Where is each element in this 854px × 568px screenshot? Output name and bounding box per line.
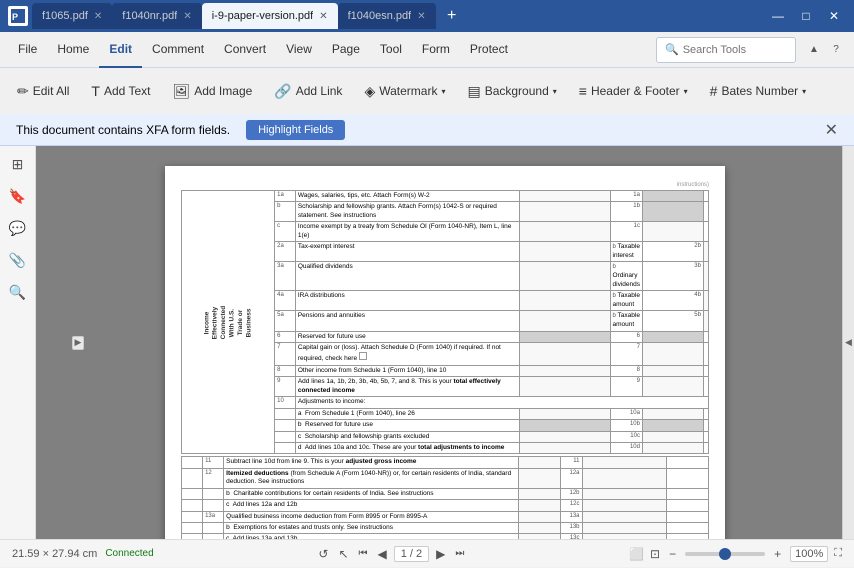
tabs-container: f1065.pdf✕f1040nr.pdf✕i-9-paper-version.… (32, 3, 436, 29)
ribbon-tab-page[interactable]: Page (322, 32, 370, 68)
dropdown-arrow: ▾ (553, 87, 557, 96)
sidebar-search-icon[interactable]: 🔍 (4, 278, 32, 306)
close-button[interactable]: ✕ (822, 4, 846, 28)
last-page-button[interactable]: ⏭ (452, 548, 467, 559)
ribbon-btn-edit-all[interactable]: ✏Edit All (8, 75, 78, 107)
left-sidebar: ⊞ 🔖 💬 📎 🔍 (0, 146, 36, 539)
next-page-button[interactable]: ▶ (433, 547, 448, 561)
ribbon-tab-home[interactable]: Home (47, 32, 99, 68)
sidebar-expand-button[interactable]: ▶ (72, 336, 84, 350)
dropdown-arrow: ▾ (684, 87, 688, 96)
ribbon-btn-add-link[interactable]: 🔗Add Link (265, 75, 351, 107)
right-sidebar-expand-button[interactable]: ◀ (842, 146, 854, 539)
zoom-thumb[interactable] (719, 548, 731, 560)
help-button[interactable]: ? (826, 40, 846, 60)
ribbon-btn-header-&-footer[interactable]: ≡Header & Footer▾ (570, 75, 697, 107)
main-area: ⊞ 🔖 💬 📎 🔍 ▶ instructions) IncomeEffectivelyC… (0, 146, 854, 539)
expand-button[interactable]: ▲ (804, 40, 824, 60)
search-icon: 🔍 (665, 43, 679, 56)
header & footer-icon: ≡ (579, 83, 587, 99)
zoom-slider[interactable] (685, 552, 765, 556)
window-controls: — □ ✕ (766, 4, 846, 28)
title-bar: P f1065.pdf✕f1040nr.pdf✕i-9-paper-versio… (0, 0, 854, 32)
cursor-button[interactable]: ↖ (335, 547, 351, 561)
ribbon-tab-comment[interactable]: Comment (142, 32, 214, 68)
add link-icon: 🔗 (274, 83, 291, 100)
zoom-in-button[interactable]: + (771, 547, 784, 561)
connected-status: Connected (105, 548, 153, 559)
ribbon-actions: ✏Edit AllTAdd Text🖼Add Image🔗Add Link◈Wa… (0, 68, 854, 114)
sidebar-pages-icon[interactable]: ⊞ (4, 150, 32, 178)
search-input[interactable] (683, 44, 787, 56)
tab-close-tab4[interactable]: ✕ (417, 11, 425, 22)
dropdown-arrow: ▾ (441, 87, 445, 96)
zoom-controls: ⬜ ⊡ − + 100% ⛶ (629, 546, 842, 562)
highlight-fields-button[interactable]: Highlight Fields (246, 120, 345, 140)
notification-close-button[interactable]: ✕ (825, 120, 838, 140)
notification-text: This document contains XFA form fields. (16, 123, 230, 137)
fullscreen-button[interactable]: ⛶ (834, 547, 842, 560)
first-page-button[interactable]: ⏮ (356, 548, 371, 559)
ribbon-btn-watermark[interactable]: ◈Watermark▾ (355, 75, 454, 107)
status-bar: 21.59 × 27.94 cm Connected ↺ ↖ ⏮ ◀ 1 / 2… (0, 539, 854, 567)
watermark-icon: ◈ (364, 83, 375, 100)
new-tab-button[interactable]: + (440, 4, 464, 28)
ribbon-tab-view[interactable]: View (276, 32, 322, 68)
document-dimensions: 21.59 × 27.94 cm (12, 548, 97, 560)
search-tools[interactable]: 🔍 (656, 37, 796, 63)
ribbon-tab-convert[interactable]: Convert (214, 32, 276, 68)
bates number-icon: # (710, 83, 718, 99)
title-bar-left: P f1065.pdf✕f1040nr.pdf✕i-9-paper-versio… (8, 3, 464, 29)
sidebar-attachments-icon[interactable]: 📎 (4, 246, 32, 274)
fit-page-button[interactable]: ⬜ (629, 547, 644, 561)
ribbon-tab-file[interactable]: File (8, 32, 47, 68)
ribbon-btn-add-text[interactable]: TAdd Text (82, 75, 159, 107)
rotate-button[interactable]: ↺ (315, 547, 331, 561)
ribbon-tabs: FileHomeEditCommentConvertViewPageToolFo… (0, 32, 854, 68)
tab-tab1[interactable]: f1065.pdf ✕ (32, 3, 112, 29)
ribbon-btn-background[interactable]: ▤Background▾ (458, 75, 565, 107)
sidebar-comments-icon[interactable]: 💬 (4, 214, 32, 242)
tab-close-tab1[interactable]: ✕ (94, 11, 102, 22)
add image-icon: 🖼 (172, 83, 190, 100)
collapse-buttons: ▲ ? (804, 40, 846, 60)
ribbon-tab-protect[interactable]: Protect (460, 32, 518, 68)
tab-tab4[interactable]: f1040esn.pdf ✕ (338, 3, 436, 29)
tab-label: f1040nr.pdf (122, 10, 177, 22)
minimize-button[interactable]: — (766, 4, 790, 28)
notification-bar: This document contains XFA form fields. … (0, 114, 854, 146)
page-number[interactable]: 1 / 2 (394, 546, 429, 562)
pdf-page: instructions) IncomeEffectivelyConnected… (165, 166, 725, 539)
tab-tab3[interactable]: i-9-paper-version.pdf ✕ (202, 3, 338, 29)
ribbon-tab-edit[interactable]: Edit (99, 32, 142, 68)
ribbon-btn-bates-number[interactable]: #Bates Number▾ (701, 75, 816, 107)
pdf-viewport[interactable]: instructions) IncomeEffectivelyConnected… (48, 146, 842, 539)
background-icon: ▤ (467, 83, 480, 100)
maximize-button[interactable]: □ (794, 4, 818, 28)
ribbon-btn-add-image[interactable]: 🖼Add Image (163, 75, 261, 107)
svg-text:P: P (12, 12, 18, 22)
dropdown-arrow: ▾ (802, 87, 806, 96)
ribbon-tab-tool[interactable]: Tool (370, 32, 412, 68)
tab-close-tab2[interactable]: ✕ (183, 11, 191, 22)
zoom-percent[interactable]: 100% (790, 546, 828, 562)
edit all-icon: ✏ (17, 83, 29, 100)
app-icon: P (8, 6, 28, 26)
tab-label: f1065.pdf (42, 10, 88, 22)
add text-icon: T (91, 83, 100, 99)
fit-width-button[interactable]: ⊡ (650, 547, 660, 561)
tab-label: f1040esn.pdf (348, 10, 412, 22)
tab-tab2[interactable]: f1040nr.pdf ✕ (112, 3, 201, 29)
ribbon-tab-form[interactable]: Form (412, 32, 460, 68)
page-navigation: ↺ ↖ ⏮ ◀ 1 / 2 ▶ ⏭ (315, 546, 467, 562)
tab-label: i-9-paper-version.pdf (212, 10, 314, 22)
prev-page-button[interactable]: ◀ (375, 547, 390, 561)
sidebar-bookmarks-icon[interactable]: 🔖 (4, 182, 32, 210)
tab-close-tab3[interactable]: ✕ (319, 11, 327, 22)
zoom-out-button[interactable]: − (666, 547, 679, 561)
